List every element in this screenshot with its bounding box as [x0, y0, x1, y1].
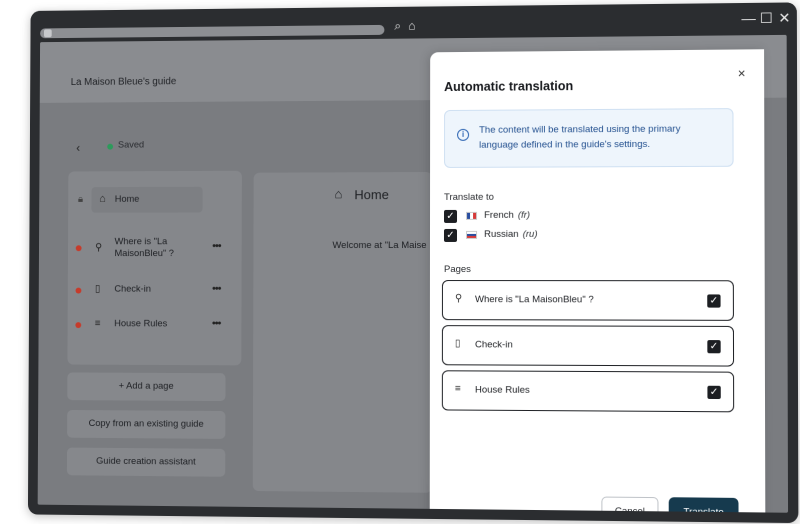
- untranslated-dot: [75, 322, 82, 329]
- sidebar-item-home[interactable]: [91, 186, 203, 213]
- sidebar-item-where-is[interactable]: ⚲ Where is "La MaisonBleu" ? •••: [74, 236, 230, 266]
- door-icon: ▯: [94, 283, 101, 295]
- back-chevron-icon[interactable]: ‹: [76, 141, 80, 155]
- page-option-where-is[interactable]: ⚲ Where is "La MaisonBleu" ? ✓: [441, 280, 734, 321]
- more-options-icon[interactable]: •••: [212, 283, 220, 295]
- copy-guide-button[interactable]: Copy from an existing guide: [67, 409, 226, 439]
- app-content: La Maison Bleue's guide ‹ Saved 🔒︎ ⌂ Hom…: [37, 34, 789, 513]
- door-icon: ▯: [454, 338, 461, 350]
- french-flag-icon: [466, 211, 478, 220]
- rules-icon: ≡: [94, 318, 101, 330]
- home-icon[interactable]: ⌂: [408, 19, 415, 33]
- info-icon: i: [457, 128, 470, 141]
- checkbox-checked[interactable]: ✓: [707, 385, 721, 400]
- page-title: Home: [354, 187, 389, 203]
- translate-button[interactable]: Translate: [668, 497, 739, 513]
- app-window: ⌕ ⌂ — ☐ ✕ La Maison Bleue's guide ‹ Save…: [27, 2, 799, 524]
- pages-label: Pages: [443, 264, 471, 276]
- guide-title: La Maison Bleue's guide: [70, 76, 177, 88]
- close-icon[interactable]: ×: [733, 66, 749, 82]
- location-pin-icon: ⚲: [454, 293, 463, 305]
- language-label: Russian (ru): [484, 228, 538, 240]
- search-icon[interactable]: ⌕: [394, 19, 401, 33]
- checkbox-checked[interactable]: ✓: [707, 340, 721, 354]
- info-text: The content will be translated using the…: [479, 123, 681, 151]
- page-option-check-in[interactable]: ▯ Check-in ✓: [441, 325, 735, 367]
- more-options-icon[interactable]: •••: [212, 240, 220, 252]
- sidebar-item-home-label: Home: [114, 193, 140, 205]
- rules-icon: ≡: [454, 383, 461, 395]
- info-banner: i The content will be translated using t…: [444, 108, 734, 168]
- language-label: French (fr): [484, 209, 531, 221]
- sidebar-item-house-rules[interactable]: ≡ House Rules •••: [73, 318, 229, 348]
- translation-modal: Automatic translation × i The content wi…: [429, 49, 766, 513]
- translate-to-label: Translate to: [444, 191, 494, 203]
- minimize-button[interactable]: —: [741, 10, 755, 26]
- saved-status-dot: [107, 143, 114, 150]
- sidebar-item-label: Where is "La MaisonBleu" ?: [114, 236, 174, 260]
- guide-assistant-button[interactable]: Guide creation assistant: [66, 447, 226, 477]
- language-option-french[interactable]: ✓ French (fr): [444, 209, 646, 225]
- lock-icon: 🔒︎: [77, 194, 84, 205]
- russian-flag-icon: [466, 230, 478, 239]
- cancel-button[interactable]: Cancel: [601, 496, 659, 513]
- home-icon: ⌂: [334, 186, 343, 202]
- untranslated-dot: [75, 245, 82, 252]
- sidebar-item-label: Check-in: [114, 283, 151, 295]
- page-option-label: Where is "La MaisonBleu" ?: [475, 294, 594, 306]
- checkbox-checked[interactable]: ✓: [443, 228, 458, 242]
- page-option-label: House Rules: [474, 384, 530, 396]
- main-content-card: [252, 172, 433, 493]
- maximize-button[interactable]: ☐: [760, 10, 773, 26]
- language-option-russian[interactable]: ✓ Russian (ru): [443, 228, 646, 245]
- sidebar-item-label: House Rules: [114, 318, 168, 330]
- stage: ⌕ ⌂ — ☐ ✕ La Maison Bleue's guide ‹ Save…: [0, 0, 800, 524]
- location-pin-icon: ⚲: [95, 242, 103, 254]
- page-option-house-rules[interactable]: ≡ House Rules ✓: [441, 370, 735, 413]
- sidebar-item-check-in[interactable]: ▯ Check-in •••: [74, 283, 230, 314]
- address-bar[interactable]: [40, 24, 385, 39]
- add-page-button[interactable]: + Add a page: [67, 372, 226, 402]
- welcome-text: Welcome at "La Maise: [332, 239, 427, 252]
- page-option-label: Check-in: [474, 339, 513, 351]
- favicon-icon: [43, 29, 52, 38]
- modal-title: Automatic translation: [444, 79, 574, 95]
- home-icon: ⌂: [99, 192, 106, 205]
- more-options-icon[interactable]: •••: [212, 318, 220, 330]
- checkbox-checked[interactable]: ✓: [707, 294, 721, 308]
- checkbox-checked[interactable]: ✓: [444, 209, 458, 223]
- untranslated-dot: [75, 287, 82, 294]
- close-window-button[interactable]: ✕: [778, 10, 790, 26]
- saved-status-label: Saved: [117, 139, 145, 151]
